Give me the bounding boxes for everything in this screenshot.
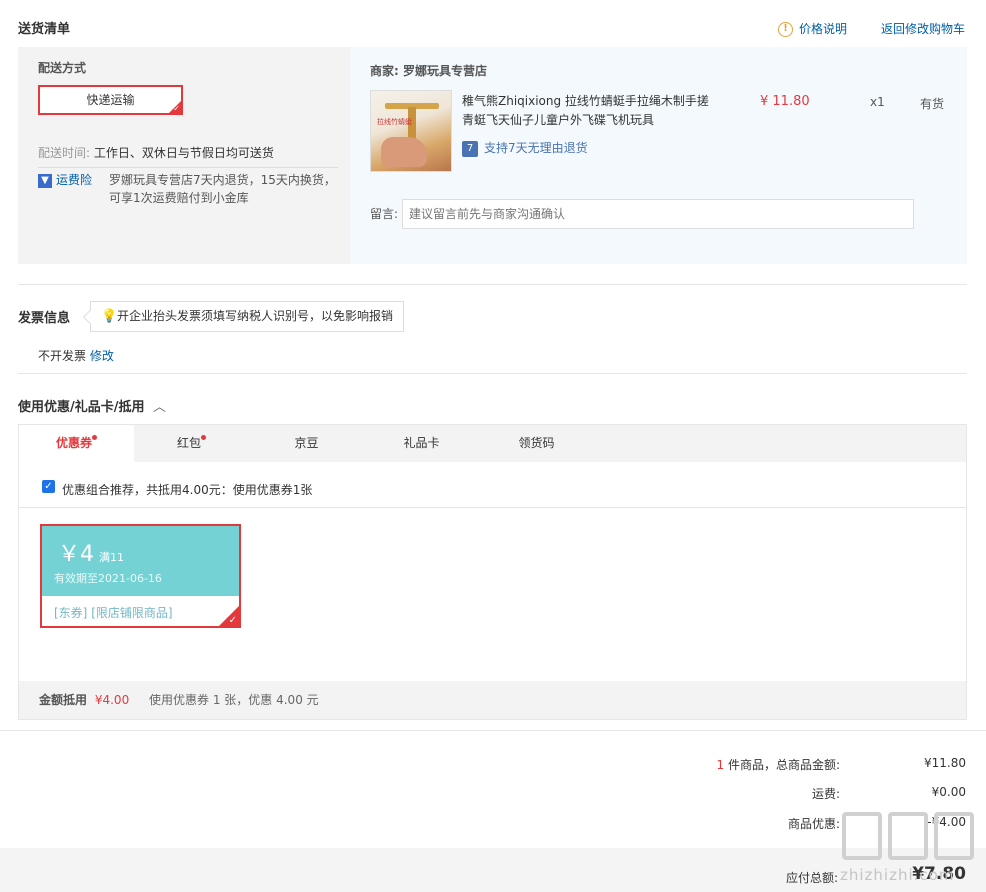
message-input[interactable] <box>402 199 914 229</box>
tab-coupons-label: 优惠券 <box>55 436 92 450</box>
payable-amount: ¥7.80 <box>912 864 966 884</box>
coupon-tag-jd: [东券] <box>54 606 88 620</box>
goods-amount: ¥11.80 <box>924 756 966 770</box>
chevron-up-icon: ︿ <box>153 400 167 415</box>
product-title-line1: 稚气熊Zhiqixiong 拉线竹蜻蜓手拉绳木制手搓 <box>462 94 709 108</box>
tab-gift-card-label: 礼品卡 <box>403 436 440 450</box>
shop-label: 商家: <box>370 64 399 78</box>
invoice-title: 发票信息 <box>18 311 71 326</box>
product-title[interactable]: 稚气熊Zhiqixiong 拉线竹蜻蜓手拉绳木制手搓 青蜓飞天仙子儿童户外飞碟飞… <box>462 92 709 130</box>
check-icon: ✓ <box>228 615 237 626</box>
info-icon: ! <box>778 22 793 37</box>
coupon-header: ￥4 满11 有效期至2021-06-16 <box>42 526 239 596</box>
tab-red-packet-label: 红包 <box>176 436 201 450</box>
product-stock: 有货 <box>920 97 945 111</box>
image-caption: 拉线竹蜻蜓 <box>377 118 412 126</box>
summary-amount: ¥4.00 <box>94 693 130 707</box>
return-policy: 7 支持7天无理由退货 <box>462 139 588 157</box>
tab-coupons[interactable]: 优惠券 <box>19 425 134 462</box>
hand-shape <box>381 137 427 167</box>
invoice-tip: 💡开企业抬头发票须填写纳税人识别号，以免影响报销 <box>82 301 404 332</box>
freight-label: 运费: <box>811 787 840 801</box>
goods-discount-label: 商品优惠: <box>787 817 840 831</box>
product-price: ¥ 11.80 <box>760 94 810 109</box>
insurance-desc-line1: 罗娜玩具专营店7天内退货，15天内换货， <box>109 173 336 187</box>
shipping-title: 送货清单 <box>18 22 71 37</box>
goods-count-suffix: 件商品，总商品金额: <box>727 758 840 772</box>
recommend-text: 优惠组合推荐，共抵用4.00元：使用优惠券1张 <box>62 483 313 497</box>
back-to-cart-link[interactable]: 返回修改购物车 <box>881 20 965 37</box>
freight-insurance-desc: 罗娜玩具专营店7天内退货，15天内换货， 可享1次运费赔付到小金库 <box>109 171 336 207</box>
invoice-status-text: 不开发票 <box>38 349 87 363</box>
return-7days-icon: 7 <box>462 140 478 157</box>
tab-claim-code[interactable]: 领货码 <box>479 425 594 462</box>
tab-claim-code-label: 领货码 <box>518 436 555 450</box>
delivery-time-value: 工作日、双休日与节假日均可送货 <box>93 146 274 160</box>
discount-title[interactable]: 使用优惠/礼品卡/抵用 ︿ <box>18 396 166 415</box>
product-image[interactable]: 拉线竹蜻蜓 <box>370 90 452 172</box>
shop-name: 罗娜玩具专营店 <box>403 64 488 78</box>
invoice-tip-text: 开企业抬头发票须填写纳税人识别号，以免影响报销 <box>117 309 394 323</box>
section-divider <box>18 284 967 285</box>
tab-jingdou[interactable]: 京豆 <box>249 425 364 462</box>
freight-insurance[interactable]: ▼ 运费险 <box>38 171 92 188</box>
divider <box>38 167 338 168</box>
tip-arrow <box>82 309 98 325</box>
shield-icon: ▼ <box>38 173 52 188</box>
freight-amount: ¥0.00 <box>931 785 966 799</box>
summary-desc: 使用优惠券 1 张，优惠 4.00 元 <box>149 693 319 707</box>
check-icon: ✓ <box>173 104 180 113</box>
coupon-tags: [东券] [限店铺限商品] <box>54 604 173 621</box>
goods-count: 1 <box>716 758 725 772</box>
coupon-expiry: 有效期至2021-06-16 <box>54 572 162 585</box>
invoice-status: 不开发票 修改 <box>38 347 114 364</box>
delivery-time-label: 配送时间: <box>38 146 91 160</box>
tab-gift-card[interactable]: 礼品卡 <box>364 425 479 462</box>
coupon-tag-shop: [限店铺限商品] <box>91 606 173 620</box>
section-divider <box>18 373 967 374</box>
price-note-label: 价格说明 <box>799 22 848 36</box>
insurance-desc-line2: 可享1次运费赔付到小金库 <box>109 191 249 205</box>
delivery-time: 配送时间: 工作日、双休日与节假日均可送货 <box>38 144 274 161</box>
discount-summary: 金额抵用 ¥4.00 使用优惠券 1 张，优惠 4.00 元 <box>19 681 966 719</box>
payable-bar <box>0 848 986 892</box>
price-note-link[interactable]: ! 价格说明 <box>778 20 847 37</box>
goods-discount-amount: -¥4.00 <box>927 815 966 829</box>
coupon-card[interactable]: ￥4 满11 有效期至2021-06-16 [东券] [限店铺限商品] ✓ <box>40 524 241 628</box>
message-label: 留言: <box>370 207 399 221</box>
coupon-condition: 满11 <box>99 551 124 564</box>
express-delivery-label: 快递运输 <box>86 93 135 107</box>
recommend-checkbox[interactable]: ✓ <box>42 480 55 493</box>
shop-header: 商家: 罗娜玩具专营店 <box>370 62 487 79</box>
express-delivery-option[interactable]: 快递运输 ✓ <box>38 85 183 115</box>
new-dot-icon <box>92 435 97 440</box>
lightbulb-icon: 💡 <box>101 308 118 324</box>
invoice-edit-link[interactable]: 修改 <box>90 349 114 363</box>
product-title-line2: 青蜓飞天仙子儿童户外飞碟飞机玩具 <box>462 113 655 127</box>
section-divider <box>0 730 986 731</box>
coupon-amount: ￥4 <box>58 542 94 567</box>
payable-label: 应付总额: <box>785 871 838 885</box>
new-dot-icon <box>201 435 206 440</box>
summary-label: 金额抵用 <box>39 693 88 707</box>
freight-insurance-label: 运费险 <box>56 173 93 187</box>
shipping-method-label: 配送方式 <box>38 61 87 75</box>
tab-jingdou-label: 京豆 <box>294 436 319 450</box>
return-policy-label: 支持7天无理由退货 <box>484 141 588 155</box>
goods-count-label: 1 件商品，总商品金额: <box>640 756 840 773</box>
tab-red-packet[interactable]: 红包 <box>134 425 249 462</box>
product-qty: x1 <box>870 95 885 109</box>
discount-title-text: 使用优惠/礼品卡/抵用 <box>18 400 145 415</box>
divider <box>19 507 966 508</box>
